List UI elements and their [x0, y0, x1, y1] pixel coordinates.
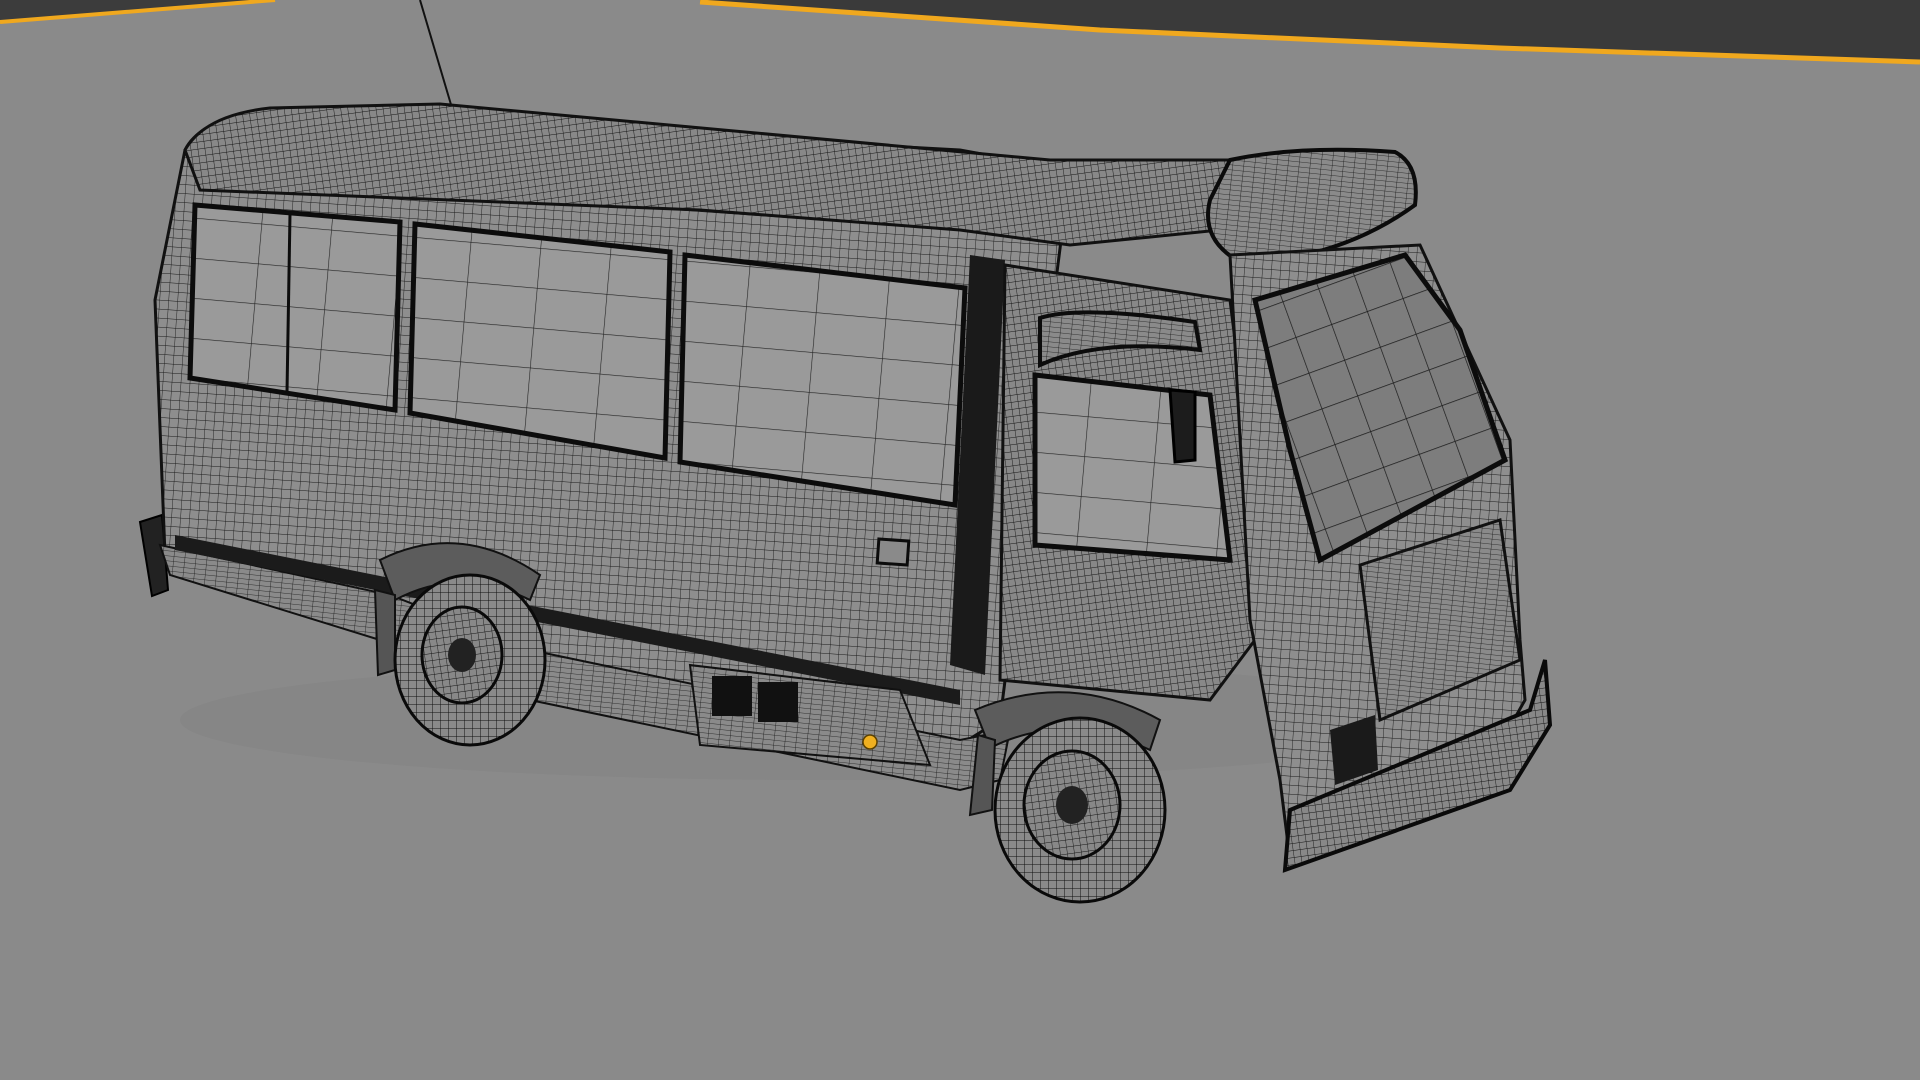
viewport-canvas[interactable]	[0, 0, 1920, 1080]
3d-viewport[interactable]	[0, 0, 1920, 1080]
fuel-cap	[875, 537, 911, 567]
backdrop-plane	[0, 0, 1920, 109]
object-origin-marker[interactable]	[862, 734, 878, 750]
minibus-mesh[interactable]	[138, 102, 1553, 904]
roof-spoiler	[1206, 147, 1418, 265]
rear-wheel	[393, 573, 547, 747]
rear-mud-flap	[373, 588, 396, 677]
front-wheel	[993, 716, 1167, 904]
cab-window	[1032, 372, 1233, 563]
side-mirror	[1168, 388, 1197, 464]
